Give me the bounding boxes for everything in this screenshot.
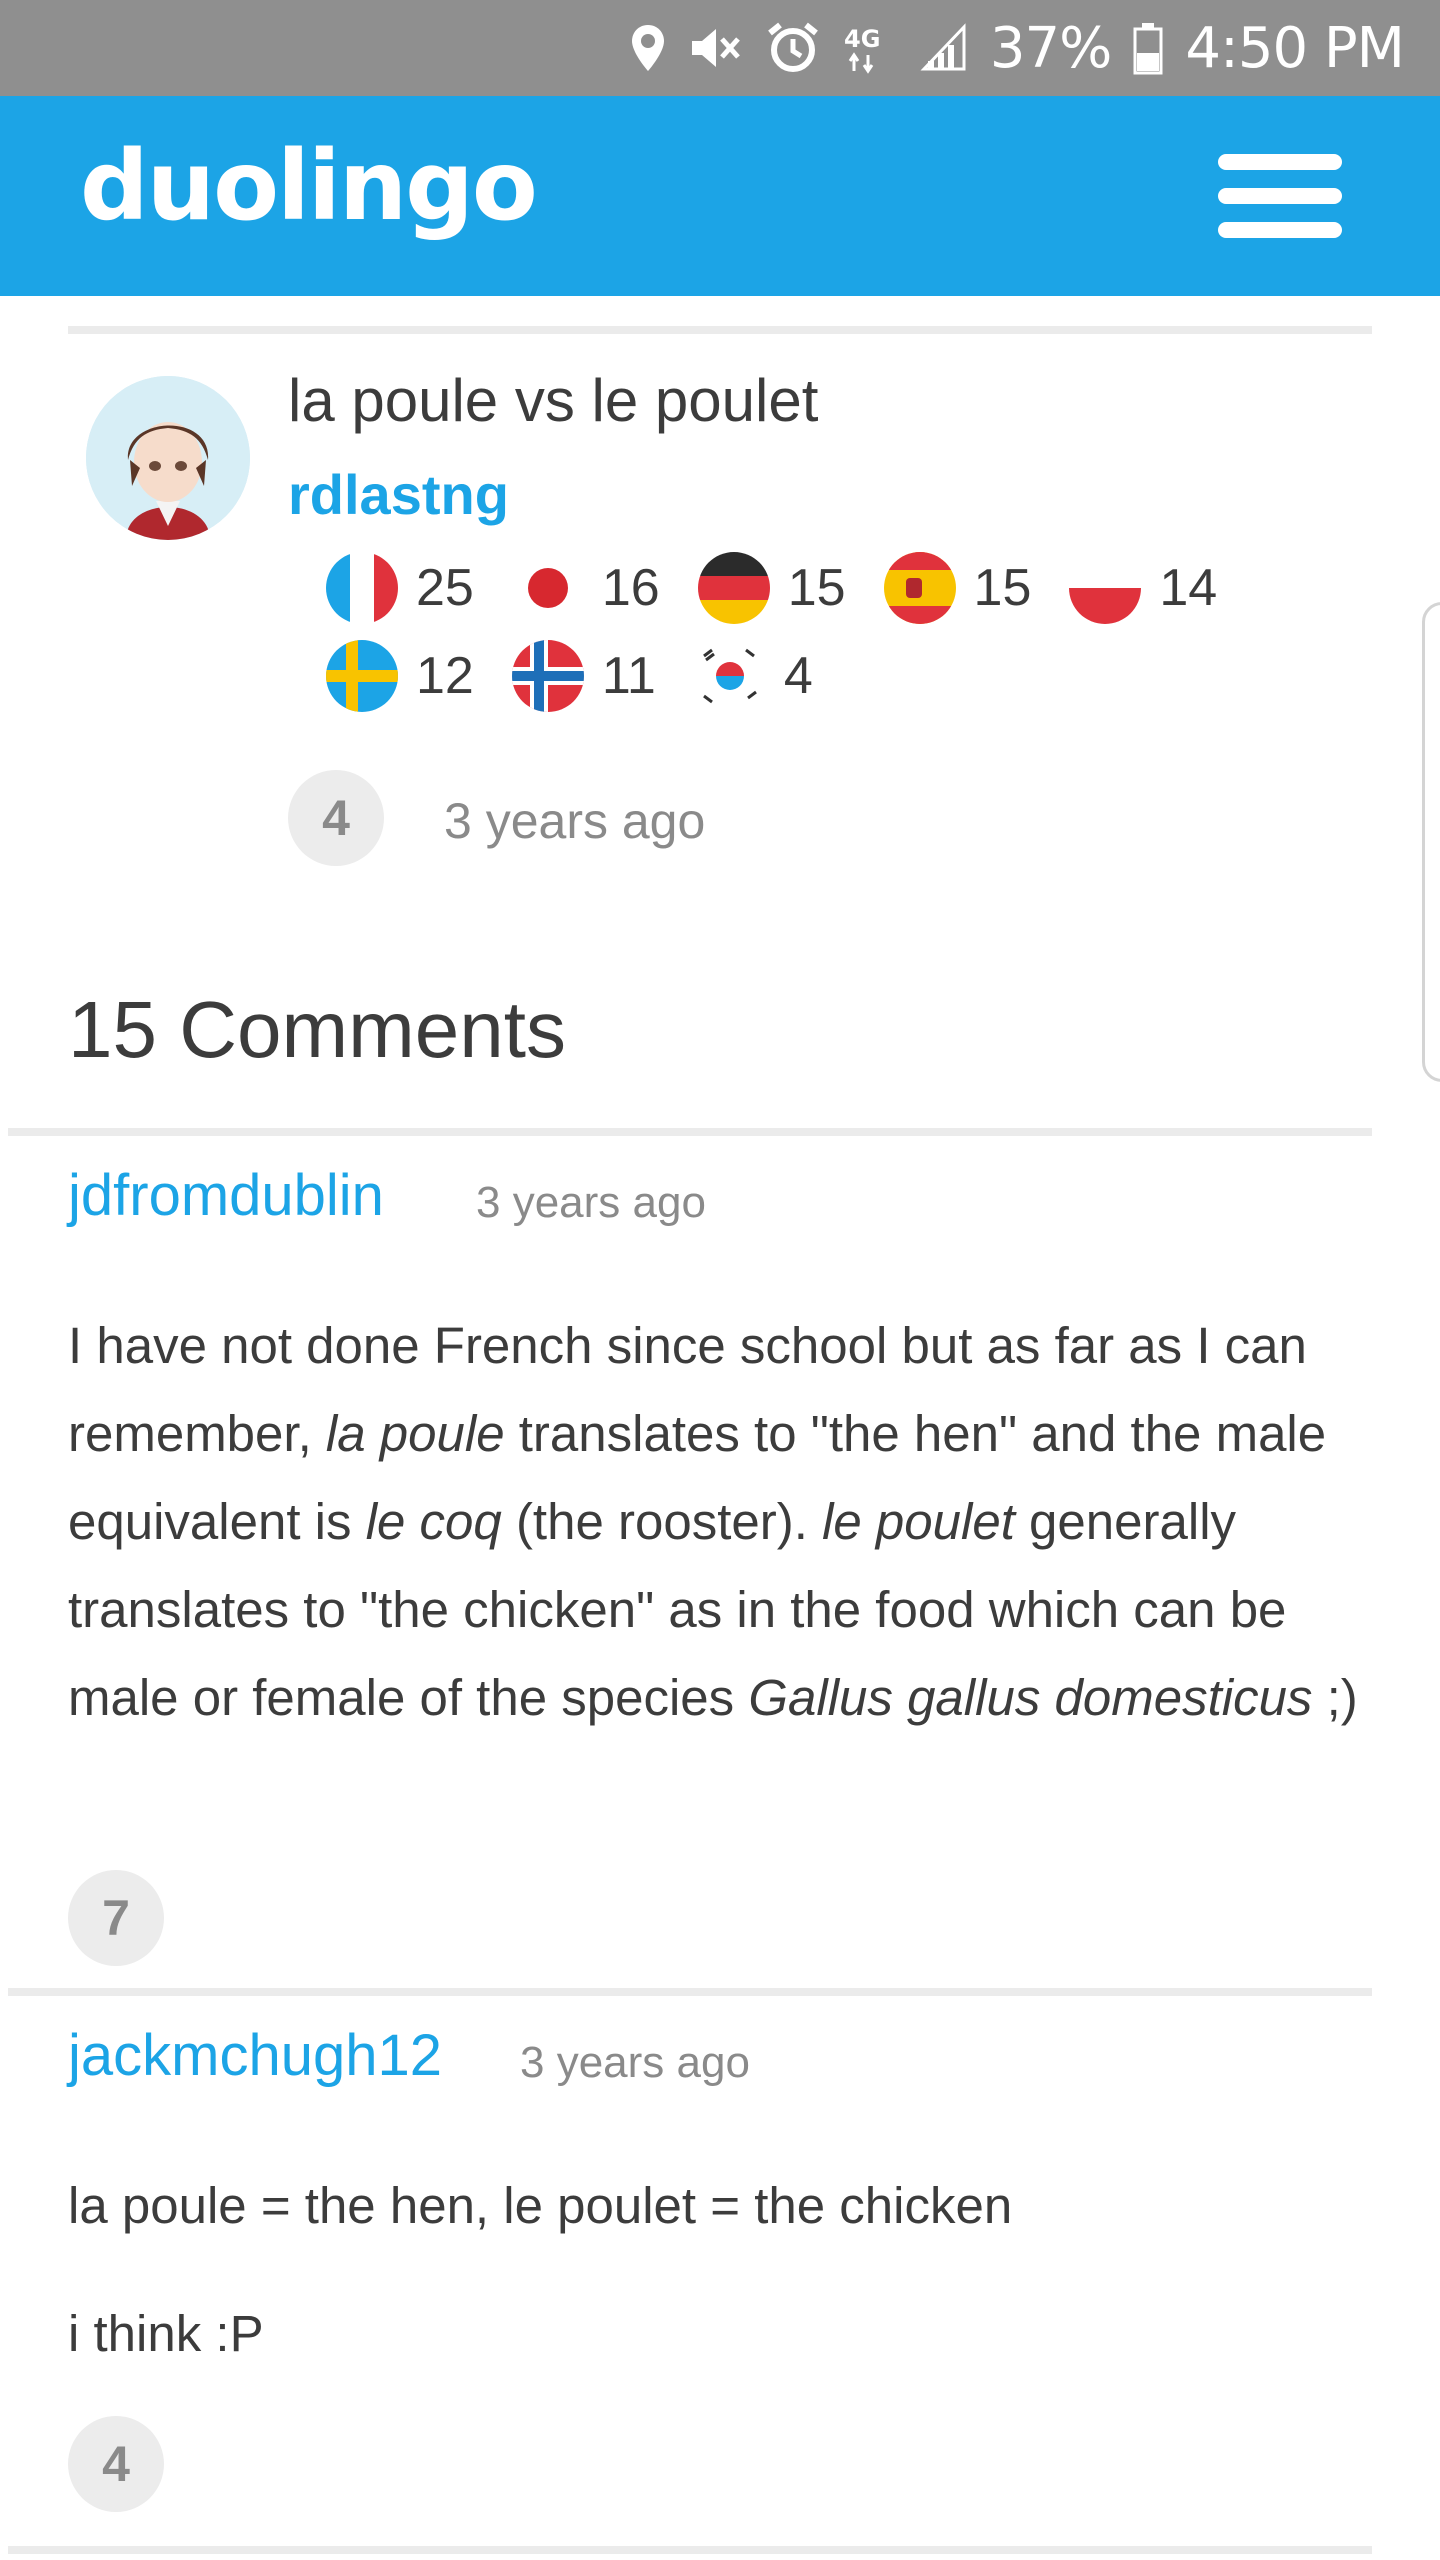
avatar[interactable] [86,376,250,540]
flag-level: 15 [787,559,846,617]
battery-percent: 37% [989,15,1112,81]
post-author-link[interactable]: rdlastng [288,462,509,527]
flag-item-norwegian: 11 [511,640,656,712]
flag-level: 15 [973,559,1032,617]
german-flag-icon [697,552,770,624]
comment-divider [8,1988,1372,1996]
japanese-flag-icon [511,552,584,624]
flag-level: 12 [416,647,474,705]
post-title: la poule vs le poulet [288,367,819,434]
swedish-flag-icon [326,640,398,712]
clock: 4:50 PM [1185,15,1405,81]
flag-level: 4 [783,647,813,705]
mute-vibrate-icon [688,23,744,73]
spanish-flag-icon [883,552,956,624]
comment-vote-count[interactable]: 4 [68,2416,164,2512]
comment-timestamp: 3 years ago [520,2038,750,2087]
language-flags-row-2: 12 11 4 [326,640,851,712]
language-flags-row-1: 25 16 15 15 14 [326,552,1255,624]
lte-icon: 4G [842,21,898,75]
comment-author-link[interactable]: jackmchugh12 [68,2022,442,2089]
comment-text-italic: la poule [325,1405,505,1462]
comment-vote-count[interactable]: 7 [68,1870,164,1966]
scrollbar-handle[interactable] [1422,602,1440,1082]
flag-item-korean: 4 [693,640,813,712]
flag-item-german: 15 [697,552,846,624]
polish-flag-icon [1069,552,1142,624]
comment-author-link[interactable]: jdfromdublin [68,1162,384,1229]
top-divider [68,326,1372,334]
flag-level: 25 [416,559,474,617]
comment-text-italic: le poulet [822,1493,1015,1550]
signal-icon [920,23,968,73]
french-flag-icon [326,552,398,624]
post-timestamp: 3 years ago [444,793,706,849]
flag-item-japanese: 16 [511,552,660,624]
comment-body: i think :P [68,2290,1368,2378]
comments-heading: 15 Comments [68,985,566,1074]
comment-text: (the rooster). [501,1493,823,1550]
comment-divider [8,1128,1372,1136]
flag-level: 14 [1159,559,1218,617]
hamburger-menu-icon[interactable] [1218,154,1342,238]
app-header: duolingo [0,96,1440,296]
flag-level: 11 [601,647,656,705]
flag-item-spanish: 15 [883,552,1032,624]
status-bar: 4G 37% 4:50 PM [0,0,1440,96]
flag-item-french: 25 [326,552,474,624]
comment-body: la poule = the hen, le poulet = the chic… [68,2162,1368,2250]
flag-level: 16 [601,559,660,617]
comment-text: ;) [1312,1669,1358,1726]
duolingo-logo[interactable]: duolingo [80,130,538,242]
comment-divider [8,2546,1372,2554]
battery-icon [1133,21,1163,75]
comment-text: i think :P [68,2305,264,2362]
comment-body: I have not done French since school but … [68,1302,1368,1742]
comment-text: la poule = the hen, le poulet = the chic… [68,2177,1013,2234]
post-vote-count[interactable]: 4 [288,770,384,866]
norwegian-flag-icon [511,640,584,712]
network-type-text: 4G [844,25,880,53]
comment-timestamp: 3 years ago [476,1178,706,1227]
comment-text-italic: le coq [365,1493,502,1550]
korean-flag-icon [693,640,766,712]
location-icon [630,23,666,73]
flag-item-swedish: 12 [326,640,474,712]
flag-item-polish: 14 [1069,552,1217,624]
alarm-icon [766,21,820,75]
comment-text-italic: Gallus gallus domesticus [748,1669,1313,1726]
